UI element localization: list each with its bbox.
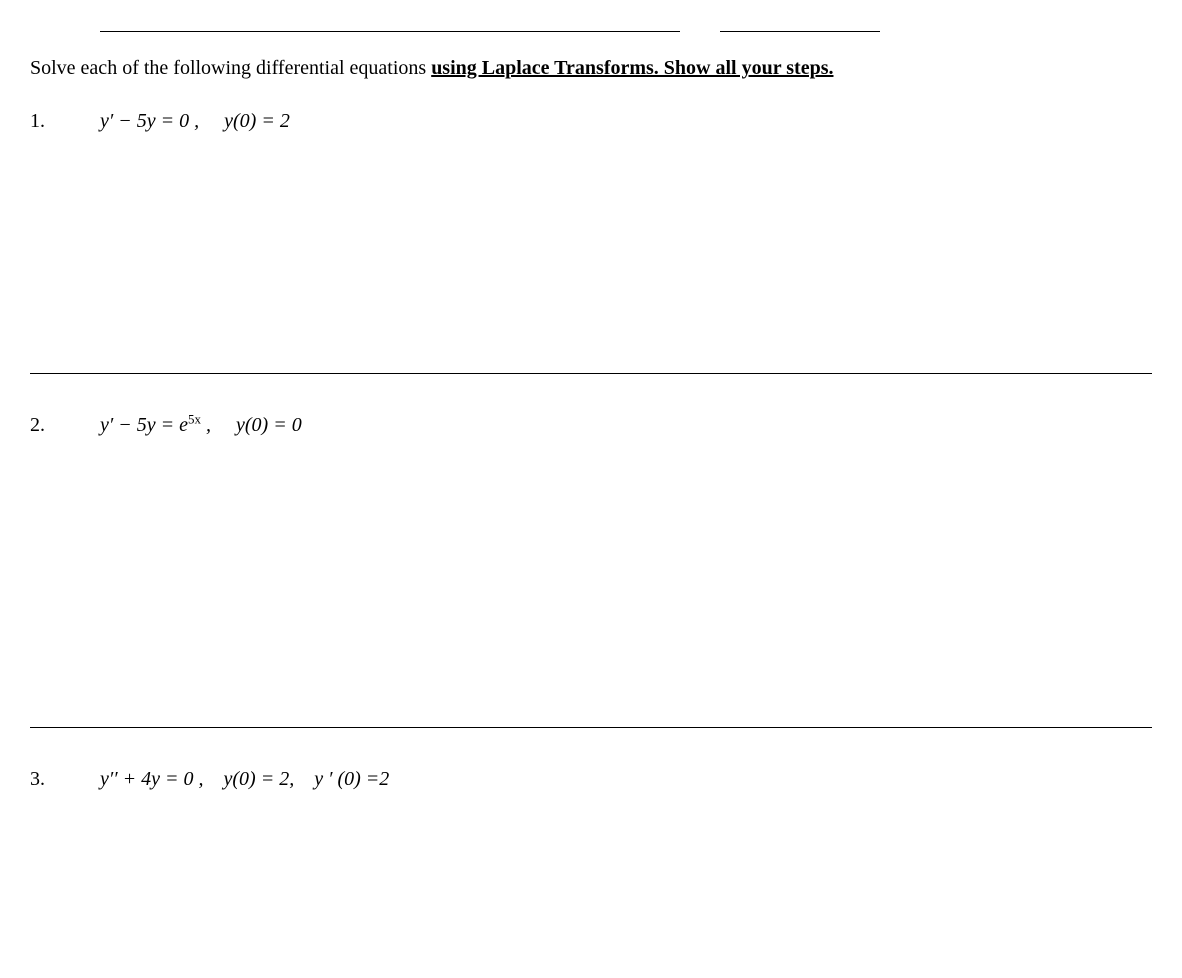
divider-2 [30, 727, 1152, 728]
header-line-short [720, 30, 880, 32]
problem-1-condition: y(0) = 2 [224, 110, 290, 132]
problem-3-body: y′′ + 4y = 0 , y(0) = 2, y ′ (0) =2 [100, 768, 389, 791]
problem-3-number: 3. [30, 768, 100, 791]
instructions-lead: Solve each of the following differential… [30, 57, 431, 79]
header-line-long [100, 30, 680, 32]
problem-3-condition2: y ′ (0) =2 [314, 768, 389, 790]
problem-1-equation: y′ − 5y = 0 , [100, 110, 199, 132]
divider-1 [30, 373, 1152, 374]
problem-2-equation-pre: y′ − 5y = e [100, 414, 188, 436]
problem-1: 1. y′ − 5y = 0 , y(0) = 2 [30, 110, 1152, 133]
problem-2: 2. y′ − 5y = e5x , y(0) = 0 [30, 414, 1152, 437]
workspace-1 [30, 143, 1152, 373]
problem-2-number: 2. [30, 414, 100, 437]
problem-3: 3. y′′ + 4y = 0 , y(0) = 2, y ′ (0) =2 [30, 768, 1152, 791]
problem-1-number: 1. [30, 110, 100, 133]
problem-3-equation: y′′ + 4y = 0 , [100, 768, 204, 790]
problem-1-body: y′ − 5y = 0 , y(0) = 2 [100, 110, 290, 133]
problem-2-equation-post: , [201, 414, 211, 436]
header-blank-lines [100, 30, 1152, 32]
workspace-2 [30, 447, 1152, 727]
problem-2-body: y′ − 5y = e5x , y(0) = 0 [100, 414, 302, 437]
problem-3-condition1: y(0) = 2, [224, 768, 295, 790]
problem-2-sup: 5x [188, 411, 201, 426]
instructions-emphasis: using Laplace Transforms. Show all your … [431, 57, 833, 79]
instructions-text: Solve each of the following differential… [30, 57, 1152, 80]
problem-2-condition: y(0) = 0 [236, 414, 302, 436]
problem-2-sup-text: 5x [188, 411, 201, 426]
workspace-3 [30, 801, 1152, 891]
